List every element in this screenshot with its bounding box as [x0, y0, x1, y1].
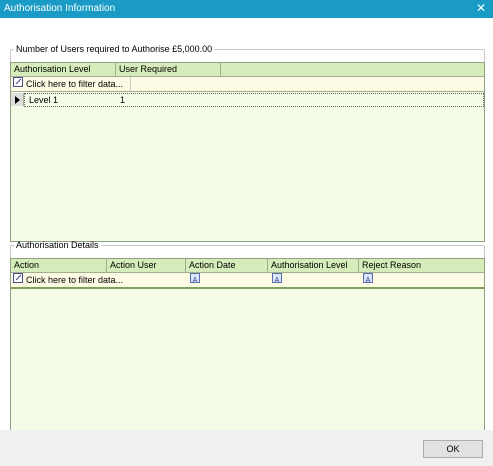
column-action-date[interactable]: Action Date [186, 259, 268, 272]
authorisation-details-legend: Authorisation Details [16, 240, 99, 250]
column-action[interactable]: Action [11, 259, 107, 272]
row-cells[interactable]: Level 1 1 [24, 93, 484, 107]
authorisation-details-grid: Action Action User Action Date Authorisa… [10, 258, 485, 436]
column-authorisation-level[interactable]: Authorisation Level [11, 63, 116, 76]
reject-reason-filter-icon[interactable]: A [363, 273, 373, 284]
cell-level[interactable]: Level 1 [29, 94, 58, 106]
column-user-required[interactable]: User Required [116, 63, 221, 76]
users-filter-divider [130, 77, 131, 91]
details-filter-text[interactable]: Click here to filter data... [26, 273, 123, 287]
details-grid-header: Action Action User Action Date Authorisa… [11, 259, 484, 273]
authorisation-details-group: Authorisation Details Action Action User… [10, 240, 485, 436]
ok-button[interactable]: OK [423, 440, 483, 458]
users-required-legend: Number of Users required to Authorise £5… [16, 44, 213, 54]
dialog-body: Number of Users required to Authorise £5… [0, 18, 493, 436]
column-reject-reason[interactable]: Reject Reason [359, 259, 484, 272]
users-required-grid: Authorisation Level User Required Click … [10, 62, 485, 242]
filter-edit-icon[interactable] [13, 273, 23, 283]
filter-edit-icon[interactable] [13, 77, 23, 87]
action-date-filter-icon[interactable]: A [190, 273, 200, 284]
details-filter-row[interactable]: Click here to filter data... A A A [11, 273, 484, 289]
table-row[interactable]: Level 1 1 [11, 93, 484, 107]
button-bar: OK [0, 430, 493, 466]
close-icon[interactable]: ✕ [476, 1, 486, 15]
users-filter-text[interactable]: Click here to filter data... [26, 77, 123, 91]
row-selector-arrow-icon[interactable] [11, 93, 24, 106]
window-title: Authorisation Information [4, 3, 116, 14]
column-action-user[interactable]: Action User [107, 259, 186, 272]
cell-required[interactable]: 1 [120, 94, 125, 106]
authorisation-level-filter-icon[interactable]: A [272, 273, 282, 284]
title-bar: Authorisation Information ✕ [0, 0, 493, 18]
column-authorisation-level[interactable]: Authorisation Level [268, 259, 359, 272]
users-filter-row[interactable]: Click here to filter data... [11, 77, 484, 92]
users-required-group: Number of Users required to Authorise £5… [10, 44, 485, 242]
users-grid-header: Authorisation Level User Required [11, 63, 484, 77]
